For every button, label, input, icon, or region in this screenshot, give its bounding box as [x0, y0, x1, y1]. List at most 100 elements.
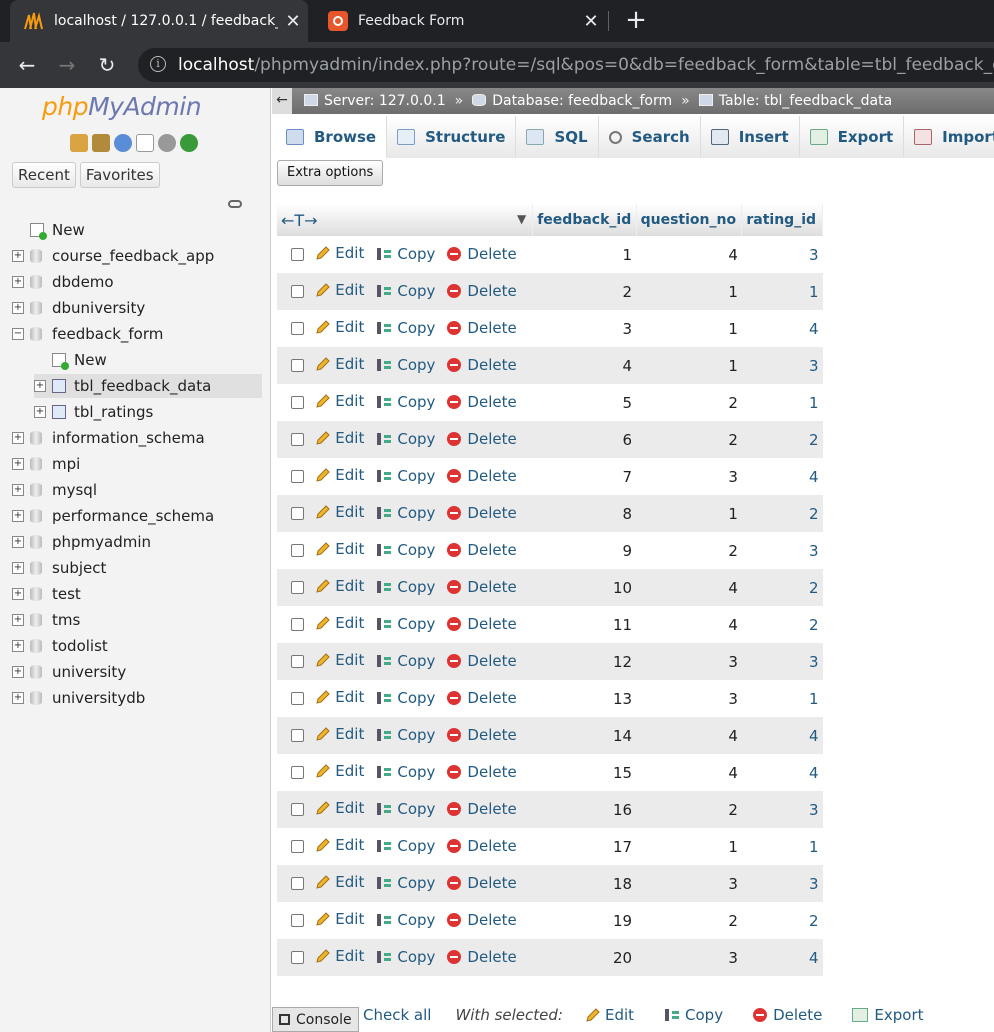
phpmyadmin-logo[interactable]: phpMyAdmin	[42, 92, 202, 121]
row-checkbox[interactable]	[291, 433, 304, 446]
expand-icon[interactable]: +	[12, 484, 24, 496]
delete-row-button[interactable]: Delete	[447, 282, 517, 300]
delete-row-button[interactable]: Delete	[447, 763, 517, 781]
column-resize-arrows-icon[interactable]: ←T→	[281, 211, 318, 230]
cell-feedback-id[interactable]: 5	[532, 384, 637, 421]
tree-database-item[interactable]: + universitydb	[12, 686, 262, 710]
bulk-edit-button[interactable]: Edit	[585, 1006, 634, 1024]
copy-row-button[interactable]: Copy	[376, 615, 435, 633]
delete-row-button[interactable]: Delete	[447, 541, 517, 559]
edit-row-button[interactable]: Edit	[315, 873, 364, 891]
edit-row-button[interactable]: Edit	[315, 466, 364, 484]
tree-database-item[interactable]: + performance_schema	[12, 504, 262, 528]
delete-row-button[interactable]: Delete	[447, 393, 517, 411]
expand-icon[interactable]: +	[12, 666, 24, 678]
cell-feedback-id[interactable]: 13	[532, 680, 637, 717]
expand-icon[interactable]: +	[12, 692, 24, 704]
edit-row-button[interactable]: Edit	[315, 355, 364, 373]
cell-rating-id[interactable]: 4	[741, 939, 823, 976]
cell-question-no[interactable]: 3	[636, 939, 742, 976]
cell-question-no[interactable]: 4	[636, 754, 742, 791]
copy-row-button[interactable]: Copy	[376, 652, 435, 670]
cell-rating-id[interactable]: 1	[741, 680, 823, 717]
site-info-icon[interactable]: i	[150, 56, 166, 72]
delete-row-button[interactable]: Delete	[447, 689, 517, 707]
row-checkbox[interactable]	[291, 840, 304, 853]
cell-feedback-id[interactable]: 7	[532, 458, 637, 495]
tab-browse[interactable]: Browse	[276, 116, 388, 158]
cell-rating-id[interactable]: 3	[741, 532, 823, 569]
tab-insert[interactable]: Insert	[700, 116, 800, 158]
cell-rating-id[interactable]: 4	[741, 310, 823, 347]
cell-feedback-id[interactable]: 10	[532, 569, 637, 606]
cell-question-no[interactable]: 3	[636, 458, 742, 495]
cell-rating-id[interactable]: 4	[741, 754, 823, 791]
expand-icon[interactable]: +	[12, 510, 24, 522]
sort-dropdown-caret-icon[interactable]: ▼	[517, 212, 526, 226]
cell-feedback-id[interactable]: 20	[532, 939, 637, 976]
edit-row-button[interactable]: Edit	[315, 540, 364, 558]
edit-row-button[interactable]: Edit	[315, 836, 364, 854]
breadcrumb-table[interactable]: Table: tbl_feedback_data	[698, 93, 892, 109]
tree-database-item[interactable]: + tms	[12, 608, 262, 632]
cell-question-no[interactable]: 1	[636, 828, 742, 865]
expand-icon[interactable]: +	[12, 640, 24, 652]
tree-table-item[interactable]: + tbl_ratings	[34, 400, 262, 424]
edit-row-button[interactable]: Edit	[315, 429, 364, 447]
copy-row-button[interactable]: Copy	[376, 689, 435, 707]
tree-database-item[interactable]: + todolist	[12, 634, 262, 658]
delete-row-button[interactable]: Delete	[447, 319, 517, 337]
expand-icon[interactable]: +	[12, 536, 24, 548]
column-header-feedback-id[interactable]: feedback_id	[532, 204, 637, 236]
cell-feedback-id[interactable]: 4	[532, 347, 637, 384]
column-header-rating-id[interactable]: rating_id	[741, 204, 823, 236]
tree-database-item[interactable]: + course_feedback_app	[12, 244, 262, 268]
delete-row-button[interactable]: Delete	[447, 467, 517, 485]
copy-row-button[interactable]: Copy	[376, 948, 435, 966]
tab-import[interactable]: Import	[904, 116, 994, 158]
cell-rating-id[interactable]: 2	[741, 495, 823, 532]
copy-row-button[interactable]: Copy	[376, 541, 435, 559]
copy-row-button[interactable]: Copy	[376, 504, 435, 522]
cell-question-no[interactable]: 3	[636, 865, 742, 902]
edit-row-button[interactable]: Edit	[315, 799, 364, 817]
tree-database-item[interactable]: + phpmyadmin	[12, 530, 262, 554]
cell-feedback-id[interactable]: 8	[532, 495, 637, 532]
delete-row-button[interactable]: Delete	[447, 245, 517, 263]
cell-rating-id[interactable]: 4	[741, 717, 823, 754]
cell-question-no[interactable]: 1	[636, 495, 742, 532]
delete-row-button[interactable]: Delete	[447, 578, 517, 596]
cell-rating-id[interactable]: 4	[741, 458, 823, 495]
row-checkbox[interactable]	[291, 692, 304, 705]
cell-question-no[interactable]: 4	[636, 236, 742, 273]
row-checkbox[interactable]	[291, 951, 304, 964]
row-checkbox[interactable]	[291, 248, 304, 261]
cell-feedback-id[interactable]: 11	[532, 606, 637, 643]
cell-question-no[interactable]: 1	[636, 310, 742, 347]
copy-row-button[interactable]: Copy	[376, 874, 435, 892]
copy-row-button[interactable]: Copy	[376, 800, 435, 818]
tab-export[interactable]: Export	[799, 116, 905, 158]
cell-feedback-id[interactable]: 14	[532, 717, 637, 754]
back-arrow-icon[interactable]: ←	[14, 52, 40, 78]
cell-feedback-id[interactable]: 15	[532, 754, 637, 791]
delete-row-button[interactable]: Delete	[447, 356, 517, 374]
tree-database-item[interactable]: + university	[12, 660, 262, 684]
bulk-copy-button[interactable]: Copy	[664, 1006, 723, 1024]
row-checkbox[interactable]	[291, 507, 304, 520]
cell-feedback-id[interactable]: 6	[532, 421, 637, 458]
bulk-delete-button[interactable]: Delete	[753, 1006, 822, 1024]
expand-icon[interactable]: +	[34, 406, 46, 418]
extra-options-button[interactable]: Extra options	[277, 160, 384, 186]
row-checkbox[interactable]	[291, 729, 304, 742]
delete-row-button[interactable]: Delete	[447, 504, 517, 522]
row-checkbox[interactable]	[291, 877, 304, 890]
tree-database-item[interactable]: − feedback_form	[12, 322, 262, 346]
tree-database-item[interactable]: + dbuniversity	[12, 296, 262, 320]
cell-question-no[interactable]: 2	[636, 791, 742, 828]
bulk-export-button[interactable]: Export	[852, 1006, 924, 1024]
expand-icon[interactable]: +	[12, 614, 24, 626]
tree-database-item[interactable]: + mysql	[12, 478, 262, 502]
cell-question-no[interactable]: 1	[636, 273, 742, 310]
edit-row-button[interactable]: Edit	[315, 577, 364, 595]
